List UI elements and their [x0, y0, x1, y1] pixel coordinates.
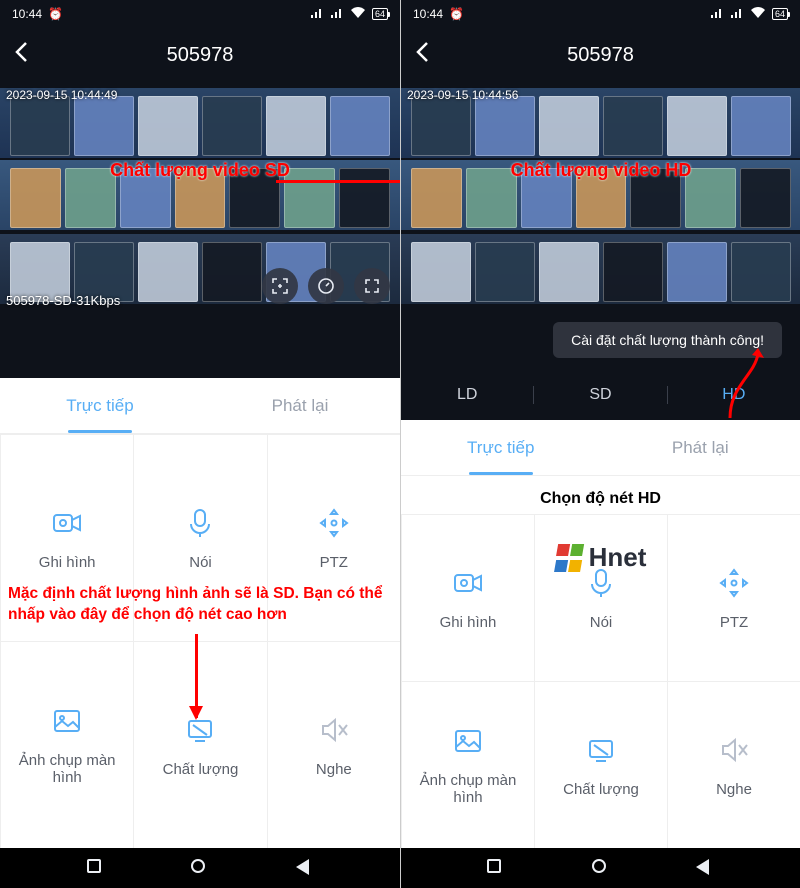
battery-icon: 64 [772, 8, 788, 20]
fullscreen-button[interactable] [354, 268, 390, 304]
video-bitrate: 505978-SD-31Kbps [6, 293, 120, 308]
signal-icon-2 [730, 7, 744, 22]
nav-back[interactable] [296, 859, 314, 877]
video-timestamp: 2023-09-15 10:44:49 [6, 88, 117, 102]
video-controls [262, 268, 390, 304]
screenshot-label: Ảnh chụp màn hình [404, 772, 532, 806]
listen-label: Nghe [716, 781, 752, 798]
panel-left: 10:44 ⏰ 64 505978 [0, 0, 400, 888]
screenshot-label: Ảnh chụp màn hình [3, 752, 131, 786]
listen-label: Nghe [316, 761, 352, 778]
listen-button[interactable]: Nghe [667, 681, 800, 848]
alarm-icon: ⏰ [449, 7, 464, 21]
quality-sd[interactable]: SD [533, 386, 666, 404]
signal-icon-2 [330, 7, 344, 22]
page-title: 505978 [167, 44, 234, 67]
app-header: 505978 [0, 28, 400, 82]
ptz-button[interactable]: PTZ [667, 514, 800, 681]
nav-back[interactable] [696, 859, 714, 877]
annotation-sd: Chất lượng video SD [110, 160, 290, 181]
status-bar: 10:44 ⏰ 64 [0, 0, 400, 28]
quality-ld[interactable]: LD [401, 386, 533, 404]
arrow-right-icon [276, 180, 400, 183]
back-button[interactable] [14, 41, 28, 69]
video-area[interactable]: 2023-09-15 10:44:56 Chất lượng video HD … [401, 82, 800, 420]
annotation-hint-hd: Chọn độ nét HD [401, 476, 800, 514]
nav-recent[interactable] [487, 859, 505, 877]
alarm-icon: ⏰ [48, 7, 63, 21]
wifi-icon [350, 7, 366, 22]
tabs: Trực tiếp Phát lại [401, 420, 800, 476]
android-navbar [0, 848, 400, 888]
tab-playback[interactable]: Phát lại [601, 420, 800, 475]
screenshot-button[interactable]: Ảnh chụp màn hình [401, 681, 534, 848]
quality-button[interactable]: Chất lượng [133, 641, 266, 848]
status-time: 10:44 [413, 7, 443, 21]
control-grid: Ghi hình Nói PTZ Ảnh chụp màn hình Chất … [0, 434, 400, 848]
arrow-to-hd-icon [724, 346, 766, 420]
dashboard-button[interactable] [308, 268, 344, 304]
hnet-logo-text: Hnet [589, 542, 647, 573]
annotation-hd: Chất lượng video HD [511, 160, 692, 181]
hnet-logo: Hnet [555, 542, 647, 573]
quality-button[interactable]: Chất lượng [534, 681, 667, 848]
tab-playback[interactable]: Phát lại [200, 378, 400, 433]
screenshot-button[interactable]: Ảnh chụp màn hình [0, 641, 133, 848]
quality-strip: Cài đặt chất lượng thành công! LD SD HD [401, 314, 800, 420]
control-grid: Ghi hình Nói PTZ Ảnh chụp màn hình Chất … [401, 514, 800, 848]
record-button[interactable]: Ghi hình [401, 514, 534, 681]
status-time: 10:44 [12, 7, 42, 21]
wifi-icon [750, 7, 766, 22]
video-timestamp: 2023-09-15 10:44:56 [407, 88, 518, 102]
hnet-logo-icon [555, 544, 583, 572]
tab-live[interactable]: Trực tiếp [0, 378, 200, 433]
ptz-label: PTZ [720, 614, 748, 631]
quality-label: Chất lượng [163, 761, 239, 778]
focus-button[interactable] [262, 268, 298, 304]
record-label: Ghi hình [39, 554, 96, 571]
ptz-label: PTZ [320, 554, 348, 571]
nav-recent[interactable] [87, 859, 105, 877]
battery-icon: 64 [372, 8, 388, 20]
record-label: Ghi hình [440, 614, 497, 631]
android-navbar [401, 848, 800, 888]
back-button[interactable] [415, 41, 429, 69]
arrow-down-icon [195, 634, 198, 718]
status-bar: 10:44 ⏰ 64 [401, 0, 800, 28]
video-area[interactable]: 2023-09-15 10:44:49 505978-SD-31Kbps Chấ… [0, 82, 400, 378]
tab-live[interactable]: Trực tiếp [401, 420, 601, 475]
quality-label: Chất lượng [563, 781, 639, 798]
talk-button[interactable]: Nói [534, 514, 667, 681]
page-title: 505978 [567, 44, 634, 67]
nav-home[interactable] [592, 859, 610, 877]
tabs: Trực tiếp Phát lại [0, 378, 400, 434]
signal-icon [710, 7, 724, 22]
signal-icon [310, 7, 324, 22]
panel-right: 10:44 ⏰ 64 505978 [400, 0, 800, 888]
talk-label: Nói [189, 554, 212, 571]
annotation-instruction: Mặc định chất lượng hình ảnh sẽ là SD. B… [8, 584, 392, 626]
listen-button[interactable]: Nghe [267, 641, 400, 848]
nav-home[interactable] [191, 859, 209, 877]
app-header: 505978 [401, 28, 800, 82]
talk-label: Nói [590, 614, 613, 631]
